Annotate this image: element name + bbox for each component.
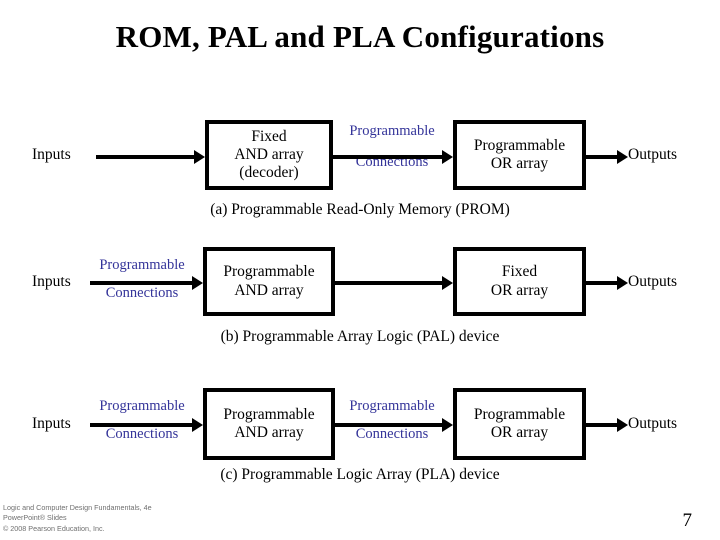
outputs-label-pal: Outputs	[628, 273, 678, 290]
inputs-label-pal: Inputs	[32, 273, 71, 290]
connection-line-2: Connections	[105, 285, 179, 302]
connection-line-1: Programmable	[349, 398, 435, 414]
box-line-1: Programmable	[223, 263, 315, 281]
footer-attribution: Logic and Computer Design Fundamentals, …	[3, 503, 152, 534]
caption-prom: (a) Programmable Read-Only Memory (PROM)	[210, 201, 510, 218]
arrow-head	[442, 418, 453, 432]
mid-connection-label-pla: Programmable Connections	[336, 398, 448, 443]
arrow-shaft	[586, 423, 617, 427]
arrow-head	[192, 418, 203, 432]
input-connection-label-pla: Programmable Connections	[86, 398, 198, 443]
footer-line-3: © 2008 Pearson Education, Inc.	[3, 523, 105, 533]
box-line-1: Fixed	[251, 127, 287, 145]
box-programmable-and-array-pla: Programmable AND array	[203, 388, 335, 460]
inputs-label-pla: Inputs	[32, 415, 71, 432]
box-line-2: OR array	[490, 281, 549, 299]
mid-connection-label-prom: Programmable Connections	[336, 123, 448, 170]
page-number: 7	[682, 510, 693, 531]
box-line-1: Fixed	[501, 263, 538, 281]
box-fixed-and-array-prom: Fixed AND array (decoder)	[205, 120, 333, 190]
footer-line-2: PowerPoint® Slides	[3, 513, 67, 523]
arrow-head	[442, 150, 453, 164]
box-line-1: Programmable	[473, 136, 566, 154]
outputs-label-prom: Outputs	[628, 146, 678, 163]
connection-line-1: Programmable	[99, 398, 185, 414]
slide-canvas: ROM, PAL and PLA Configurations Inputs F…	[0, 0, 720, 540]
arrow-head	[192, 276, 203, 290]
box-line-2: AND array	[234, 145, 304, 163]
caption-pal: (b) Programmable Array Logic (PAL) devic…	[220, 328, 500, 345]
arrow-shaft	[90, 281, 192, 285]
arrow-shaft	[90, 423, 192, 427]
page-title: ROM, PAL and PLA Configurations	[115, 19, 605, 54]
box-line-1: Programmable	[473, 405, 566, 423]
arrow-shaft	[586, 155, 617, 159]
outputs-label-pla: Outputs	[628, 415, 678, 432]
arrow-shaft	[96, 155, 194, 159]
arrow-head	[617, 150, 628, 164]
arrow-shaft	[333, 155, 442, 159]
box-programmable-or-array-pla: Programmable OR array	[453, 388, 586, 460]
box-programmable-or-array-prom: Programmable OR array	[453, 120, 586, 190]
box-line-2: AND array	[234, 424, 304, 441]
box-programmable-and-array-pal: Programmable AND array	[203, 247, 335, 316]
arrow-shaft	[586, 281, 617, 285]
footer-line-1: Logic and Computer Design Fundamentals, …	[3, 502, 152, 512]
inputs-label-prom: Inputs	[32, 146, 71, 163]
arrow-head	[442, 276, 453, 290]
arrow-shaft	[335, 423, 442, 427]
box-line-3: (decoder)	[239, 164, 299, 182]
arrow-shaft	[335, 281, 442, 285]
box-line-2: OR array	[490, 424, 549, 441]
caption-pla: (c) Programmable Logic Array (PLA) devic…	[220, 466, 500, 483]
connection-line-2: Connections	[355, 426, 429, 443]
connection-line-1: Programmable	[99, 257, 185, 273]
box-line-2: AND array	[234, 281, 304, 299]
arrow-head	[194, 150, 205, 164]
box-line-2: OR array	[490, 155, 549, 172]
connection-line-2: Connections	[105, 426, 179, 443]
connection-line-1: Programmable	[349, 123, 435, 139]
arrow-head	[617, 418, 628, 432]
arrow-head	[617, 276, 628, 290]
box-line-1: Programmable	[223, 405, 315, 423]
input-connection-label-pal: Programmable Connections	[86, 257, 198, 302]
box-fixed-or-array-pal: Fixed OR array	[453, 247, 586, 316]
